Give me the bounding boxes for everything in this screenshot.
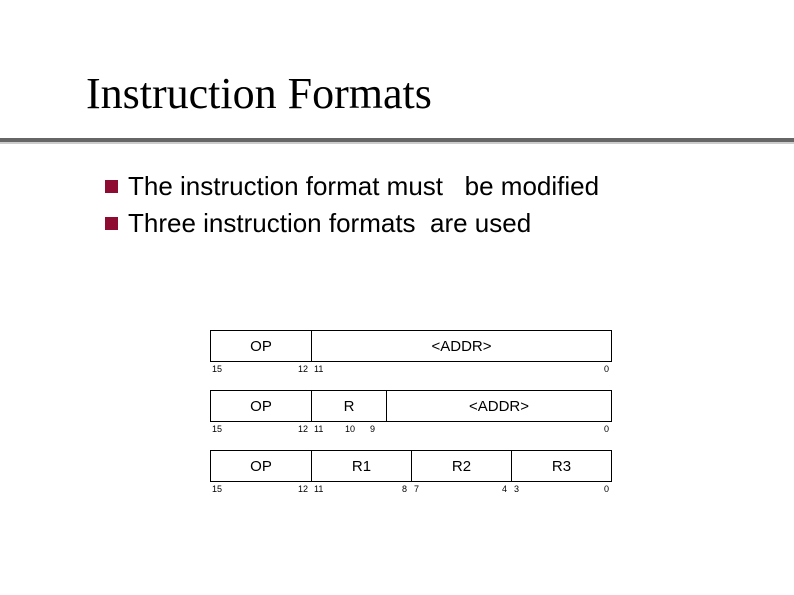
format1-addr-cell: <ADDR> <box>311 331 611 361</box>
bit-label: 0 <box>604 484 609 494</box>
bit-label: 11 <box>314 364 323 374</box>
bit-label: 9 <box>370 424 375 434</box>
format3-row: OP R1 R2 R3 <box>210 450 612 482</box>
format2-row: OP R <ADDR> <box>210 390 612 422</box>
bit-label: 12 <box>298 484 308 494</box>
bit-label: 11 <box>314 484 323 494</box>
bullet-marker-icon <box>105 217 118 230</box>
format3-bit-labels: 15 12 11 8 7 4 3 0 <box>210 482 612 500</box>
bit-label: 0 <box>604 364 609 374</box>
bullet-item: Three instruction formats are used <box>105 207 725 240</box>
format2-op-cell: OP <box>211 391 311 421</box>
format3-op-cell: OP <box>211 451 311 481</box>
bullet-list: The instruction format must be modified … <box>105 170 725 243</box>
format1-row: OP <ADDR> <box>210 330 612 362</box>
bit-label: 12 <box>298 424 308 434</box>
format2-r-cell: R <box>311 391 386 421</box>
bit-label: 15 <box>212 424 222 434</box>
slide: Instruction Formats The instruction form… <box>0 0 794 595</box>
bullet-marker-icon <box>105 180 118 193</box>
bit-label: 12 <box>298 364 308 374</box>
format3-r1-cell: R1 <box>311 451 411 481</box>
bit-label: 11 <box>314 424 323 434</box>
bit-label: 8 <box>402 484 407 494</box>
bit-label: 10 <box>345 424 355 434</box>
bit-label: 15 <box>212 364 222 374</box>
format1-op-cell: OP <box>211 331 311 361</box>
format2-bit-labels: 15 12 11 10 9 0 <box>210 422 612 440</box>
bit-label: 0 <box>604 424 609 434</box>
bit-label: 4 <box>502 484 507 494</box>
bullet-item: The instruction format must be modified <box>105 170 725 203</box>
bit-label: 7 <box>414 484 419 494</box>
bit-label: 15 <box>212 484 222 494</box>
format3-r3-cell: R3 <box>511 451 611 481</box>
format1-bit-labels: 15 12 11 0 <box>210 362 612 380</box>
bullet-text: The instruction format must be modified <box>128 170 599 203</box>
title-underline <box>0 138 794 142</box>
bit-label: 3 <box>514 484 519 494</box>
format2-addr-cell: <ADDR> <box>386 391 611 421</box>
format3-r2-cell: R2 <box>411 451 511 481</box>
instruction-format-diagram: OP <ADDR> 15 12 11 0 OP R <ADDR> 15 12 1… <box>210 330 610 510</box>
bullet-text: Three instruction formats are used <box>128 207 531 240</box>
slide-title: Instruction Formats <box>86 68 432 119</box>
